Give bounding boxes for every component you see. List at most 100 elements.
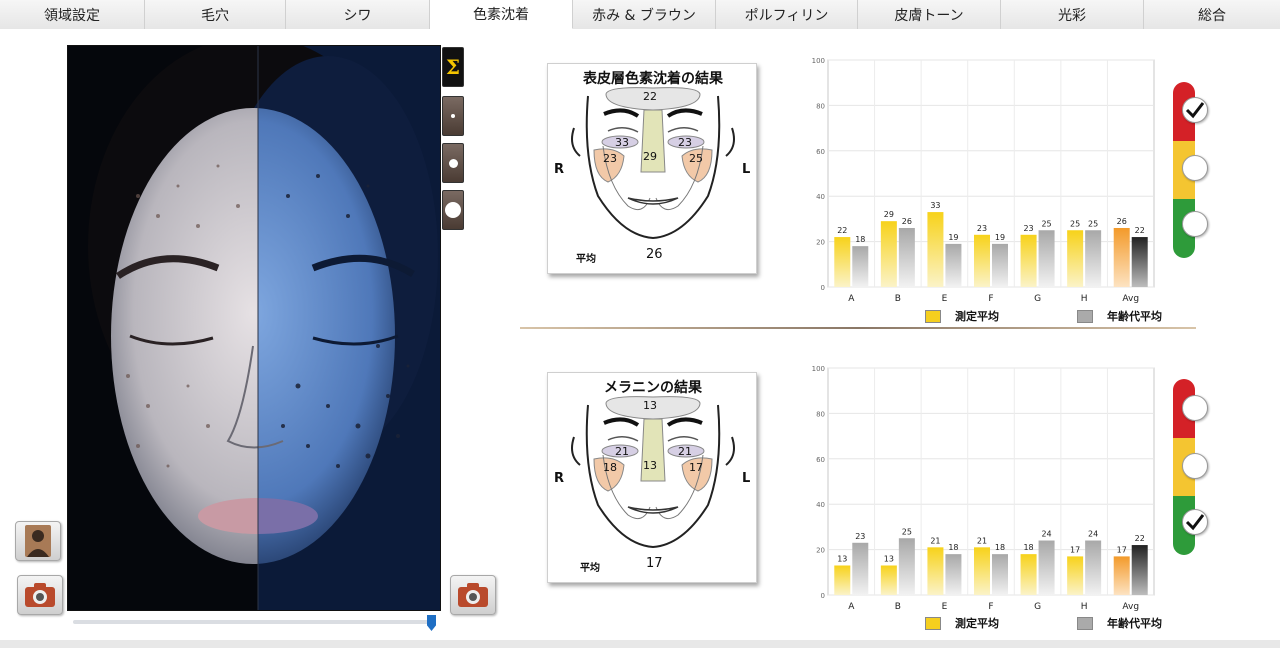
tab-porphyrin[interactable]: ポルフィリン (716, 0, 858, 29)
bar-age-average (992, 243, 1008, 287)
melanin-card-title: メラニンの結果 (604, 380, 702, 396)
rating-green-option (1182, 211, 1208, 237)
x-tick-label: H (1081, 602, 1088, 612)
bar-value-label: 21 (930, 536, 940, 545)
bar-age-average (852, 542, 869, 595)
face-photo-illustration (68, 46, 440, 610)
bottom-status-bar (0, 640, 1280, 648)
person-icon (25, 525, 51, 557)
bar-value-label: 19 (948, 233, 958, 242)
bar-value-label: 26 (1117, 217, 1127, 226)
rating-green-selected (1182, 509, 1208, 535)
rating-red-option (1182, 395, 1208, 421)
tab-wrinkles[interactable]: シワ (286, 0, 430, 29)
y-tick-label: 40 (816, 193, 825, 201)
x-tick-label: A (848, 602, 855, 612)
large-dot-icon[interactable] (442, 190, 464, 230)
bar-value-label: 18 (995, 543, 1005, 552)
bar-value-label: 18 (855, 235, 865, 244)
legend-measured-label: 測定平均 (955, 617, 999, 630)
bar-measured (927, 547, 944, 595)
tab-overall[interactable]: 総合 (1144, 0, 1280, 29)
comparison-slider-handle[interactable] (427, 615, 436, 631)
x-tick-label: B (895, 294, 901, 304)
bar-measured (880, 565, 897, 595)
tab-pigmentation[interactable]: 色素沈着 (430, 0, 573, 29)
legend-swatch-age (1077, 616, 1093, 630)
rating-red-selected (1182, 97, 1208, 123)
face-photo[interactable] (67, 45, 441, 611)
bar-value-label: 24 (1041, 530, 1051, 539)
tab-bar: 領域設定 毛穴 シワ 色素沈着 赤み & ブラウン ポルフィリン 皮膚トーン 光… (0, 0, 1280, 29)
bar-age-average (945, 243, 962, 287)
bar-value-label: 21 (977, 536, 987, 545)
x-tick-label: F (988, 294, 993, 304)
bar-measured (1113, 227, 1130, 287)
tab-skin-tone[interactable]: 皮膚トーン (858, 0, 1001, 29)
tab-redness-brown[interactable]: 赤み & ブラウン (573, 0, 716, 29)
bar-value-label: 25 (1041, 219, 1051, 228)
rating-yellow-option (1182, 155, 1208, 181)
small-dot (451, 114, 455, 118)
camera-capture-button[interactable] (17, 575, 63, 615)
x-tick-label: H (1081, 294, 1088, 304)
region-g-value: 23 (603, 152, 617, 165)
bar-age-average (898, 538, 915, 595)
tab-radiance[interactable]: 光彩 (1001, 0, 1144, 29)
bar-measured (1067, 556, 1084, 595)
plot-area (827, 367, 1155, 596)
bar-value-label: 18 (1023, 543, 1033, 552)
legend-swatch-age (1077, 309, 1093, 323)
legend-age-label: 年齢代平均 (1107, 310, 1162, 323)
camera-capture-button-right[interactable] (450, 575, 496, 615)
bar-value-label: 25 (1088, 219, 1098, 228)
bar-value-label: 23 (1023, 224, 1033, 233)
sigma-icon[interactable]: Σ (442, 47, 464, 87)
bar-value-label: 25 (1070, 219, 1080, 228)
y-tick-label: 100 (812, 57, 825, 65)
y-tick-label: 20 (816, 547, 825, 555)
x-tick-label: E (942, 602, 948, 612)
bar-measured (1020, 554, 1037, 595)
check-icon (1185, 514, 1205, 531)
bar-measured (880, 221, 897, 287)
rating-yellow-option (1182, 453, 1208, 479)
y-tick-label: 60 (816, 148, 825, 156)
app-root: 領域設定 毛穴 シワ 色素沈着 赤み & ブラウン ポルフィリン 皮膚トーン 光… (0, 0, 1280, 648)
legend-age: 年齢代平均 (1077, 615, 1162, 631)
y-tick-label: 40 (816, 501, 825, 509)
bar-measured (1067, 230, 1084, 287)
small-dot-icon[interactable] (442, 96, 464, 136)
average-value: 17 (646, 556, 663, 571)
medium-dot (448, 158, 458, 168)
medium-dot-icon[interactable] (442, 143, 464, 183)
bar-value-label: 22 (1135, 534, 1145, 543)
region-a-value: 13 (643, 399, 657, 412)
bar-value-label: 13 (884, 554, 894, 563)
region-h-value: 17 (689, 461, 703, 474)
legend-measured: 測定平均 (925, 308, 999, 324)
left-side-label: L (742, 471, 751, 486)
bar-value-label: 23 (977, 224, 987, 233)
x-tick-label: B (895, 602, 901, 612)
bar-value-label: 17 (1070, 545, 1080, 554)
region-g-value: 18 (603, 461, 617, 474)
bar-value-label: 18 (948, 543, 958, 552)
tab-pores[interactable]: 毛穴 (145, 0, 286, 29)
average-value: 26 (646, 247, 663, 262)
camera-icon (458, 583, 488, 607)
tab-region-setting[interactable]: 領域設定 (0, 0, 145, 29)
x-tick-label: G (1034, 294, 1041, 304)
average-label: 平均 (576, 254, 596, 265)
bar-measured (974, 234, 990, 287)
x-tick-label: F (988, 602, 993, 612)
bar-age-average (1085, 540, 1102, 595)
large-dot (445, 202, 461, 218)
epidermal-bar-chart: 0 20 40 60 80 100 22 18 A 29 26 B 33 19 E 23 19 F 23 25 G 25 2… (812, 57, 1155, 304)
legend-swatch-measured (925, 309, 941, 323)
comparison-slider-track[interactable] (73, 620, 435, 624)
legend-measured: 測定平均 (925, 615, 999, 631)
right-side-label: R (554, 162, 565, 177)
region-h-value: 25 (689, 152, 703, 165)
person-profile-button[interactable] (15, 521, 61, 561)
